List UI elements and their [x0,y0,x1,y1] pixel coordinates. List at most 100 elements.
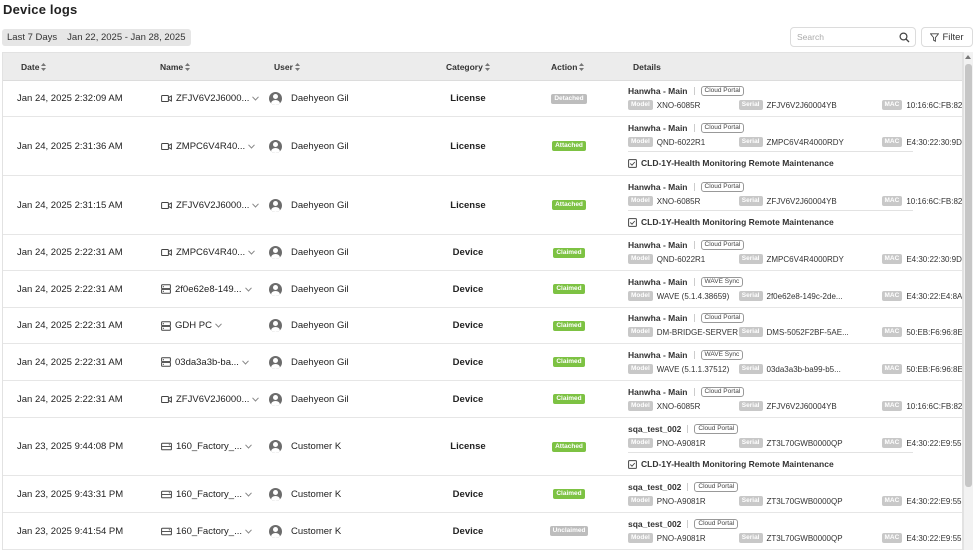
category: License [450,140,486,152]
device-name[interactable]: 160_Factory_... [161,513,252,549]
license-name: CLD-1Y-Health Monitoring Remote Maintena… [641,158,834,168]
chevron-down-icon[interactable] [248,250,256,255]
action-cell: Claimed [543,235,595,270]
separator [693,87,695,95]
chevron-down-icon[interactable] [242,359,249,365]
table-row[interactable]: Jan 24, 2025 2:22:31 AM ZFJV6V2J6000... Da… [3,381,962,418]
table-row[interactable]: Jan 23, 2025 9:41:54 PM 160_Factory_... Cu… [3,513,962,550]
chevron-down-icon[interactable] [215,323,222,328]
category: License [450,441,486,452]
action-cell: Claimed [543,308,595,343]
chevron-down-icon[interactable] [245,528,252,534]
table-row[interactable]: Jan 24, 2025 2:32:09 AM ZFJV6V2J6000... Da… [3,81,962,117]
details-device-line: Model PNO-A9081R Serial ZT3L70GWB0000QP MAC E… [628,533,962,543]
col-action-label: Action [551,62,578,72]
site-name: Hanwha - Main [628,123,688,133]
device-name[interactable]: ZFJV6V2J6000... [161,81,260,116]
table-row[interactable]: Jan 24, 2025 2:31:15 AM ZFJV6V2J6000... Da… [3,176,962,235]
site-name: Hanwha - Main [628,240,688,250]
category: Device [452,488,484,500]
device-name[interactable]: 2f0e62e8-149... [161,271,252,307]
device-name[interactable]: 03da3a3b-ba... [161,344,249,380]
page-title: Device logs [3,2,78,17]
model-value: XNO-6085R [656,100,701,110]
user-avatar-icon [269,319,282,332]
device-name[interactable]: ZFJV6V2J6000... [161,381,260,417]
col-date-header[interactable]: Date [21,53,47,81]
user-cell: Daehyeon Gil [269,344,349,380]
filter-button[interactable]: Filter [921,27,973,47]
chevron-down-icon[interactable] [252,396,260,402]
serial-tag: Serial [738,401,763,411]
search-icon[interactable] [897,30,911,44]
col-action-header[interactable]: Action [551,53,585,81]
table-row[interactable]: Jan 24, 2025 2:22:31 AM ZMPC6V4R40... Daeh… [3,235,962,271]
action-cell: Attached [543,176,595,234]
user-name: Daehyeon Gil [291,93,349,104]
details-cell: Hanwha - Main WAVE Sync Model WAVE (5.1.1.3… [628,344,962,381]
table-row[interactable]: Jan 24, 2025 2:31:36 AM ZMPC6V4R40... Daeh… [3,117,962,176]
user-name: Daehyeon Gil [291,199,349,211]
chevron-down-icon[interactable] [245,491,252,497]
portal-tag: Cloud Portal [700,182,745,192]
action-badge: Claimed [553,247,585,258]
device-name-label: ZMPC6V4R40... [176,140,246,152]
sort-icon[interactable] [484,63,490,71]
serial-tag: Serial [738,327,763,337]
sort-icon[interactable] [579,63,585,71]
user-name: Daehyeon Gil [291,320,349,331]
col-category-header[interactable]: Category [446,53,490,81]
user-cell: Daehyeon Gil [269,308,349,343]
device-name[interactable]: ZMPC6V4R40... [161,117,256,175]
user-avatar-icon [269,92,282,105]
chevron-down-icon[interactable] [245,444,252,449]
serial-tag: Serial [738,100,763,110]
table-row[interactable]: Jan 23, 2025 9:44:08 PM 160_Factory_... Cu… [3,418,962,476]
device-name[interactable]: ZMPC6V4R40... [161,235,256,270]
device-name[interactable]: GDH PC [161,308,222,343]
sort-icon[interactable] [41,63,47,71]
license-line: CLD-1Y-Health Monitoring Remote Maintena… [628,217,834,227]
details-device-line: Model XNO-6085R Serial ZFJV6V2J60004YB MAC 10… [628,401,962,411]
model-tag: Model [628,533,653,543]
log-date: Jan 24, 2025 2:32:09 AM [17,93,123,104]
col-user-header[interactable]: User [274,53,300,81]
server-icon [161,284,171,294]
col-details-label: Details [633,62,661,72]
device-name[interactable]: ZFJV6V2J6000... [161,176,260,234]
chevron-down-icon[interactable] [244,286,252,292]
sort-icon[interactable] [185,63,191,71]
date-range-chip[interactable]: Last 7 Days Jan 22, 2025 - Jan 28, 2025 [2,29,191,46]
portal-tag: WAVE Sync [700,277,744,287]
serial-tag: Serial [738,196,763,206]
scroll-up-arrow-icon[interactable] [965,55,971,59]
user-cell: Customer K [269,418,341,475]
serial-tag: Serial [738,438,763,448]
table-row[interactable]: Jan 24, 2025 2:22:31 AM 2f0e62e8-149... Da… [3,271,962,308]
device-name-label: ZFJV6V2J6000... [176,199,250,211]
device-name[interactable]: 160_Factory_... [161,418,252,475]
log-date: Jan 24, 2025 2:22:31 AM [17,356,123,368]
search-box[interactable] [790,27,916,47]
sort-icon[interactable] [294,63,300,71]
chevron-down-icon[interactable] [252,202,260,208]
mac-tag: MAC [881,438,903,448]
device-name-label: 03da3a3b-ba... [175,356,239,368]
vertical-scrollbar[interactable] [963,52,973,550]
chevron-down-icon[interactable] [248,143,256,149]
serial-tag: Serial [738,254,763,264]
table-row[interactable]: Jan 24, 2025 2:22:31 AM GDH PC Daehyeon Gi… [3,308,962,344]
chevron-down-icon[interactable] [252,96,260,101]
col-details-header: Details [633,53,661,81]
scroll-thumb[interactable] [965,64,972,487]
serial-value: ZT3L70GWB0000QP [766,496,843,506]
portal-tag: Cloud Portal [700,313,745,323]
table-row[interactable]: Jan 23, 2025 9:43:31 PM 160_Factory_... Cu… [3,476,962,513]
col-name-header[interactable]: Name [160,53,191,81]
search-input[interactable] [797,32,897,42]
recorder-icon [161,490,172,499]
table-row[interactable]: Jan 24, 2025 2:22:31 AM 03da3a3b-ba... Dae… [3,344,962,381]
portal-tag: Cloud Portal [700,240,745,250]
camera-icon [161,142,172,151]
device-name[interactable]: 160_Factory_... [161,476,252,512]
